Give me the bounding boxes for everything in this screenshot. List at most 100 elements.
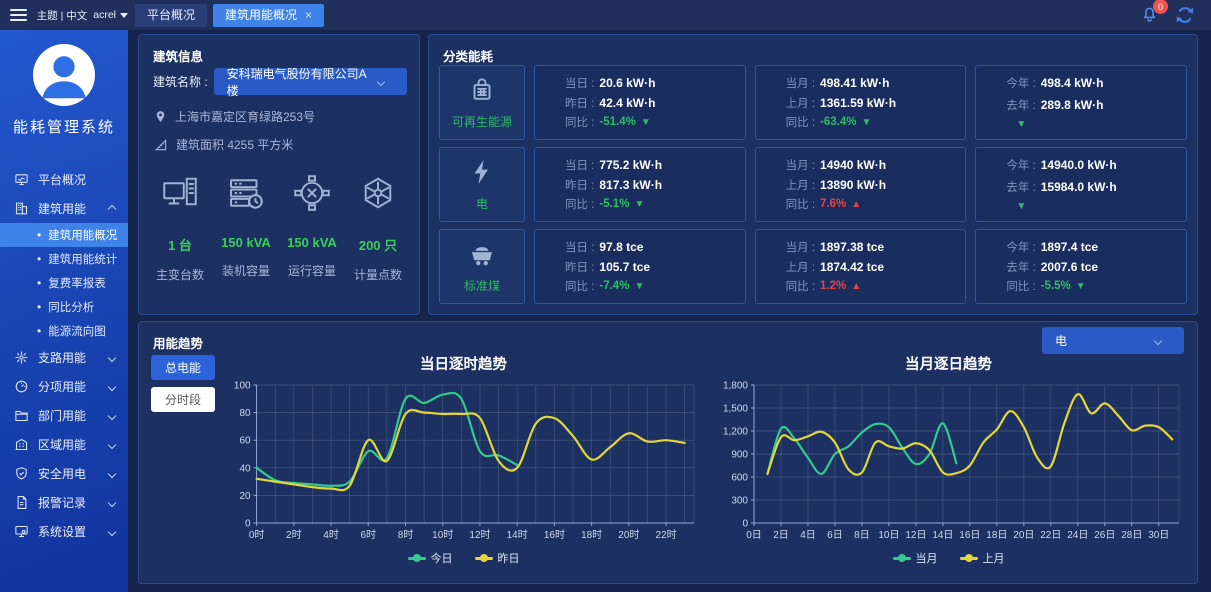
- legend-today[interactable]: 今日: [408, 550, 453, 566]
- stat-installed-capacity: 150 kVA 装机容量: [213, 163, 279, 284]
- svg-text:80: 80: [239, 408, 251, 419]
- sidebar-subitem-energy-flow-diagram[interactable]: 能源流向图: [0, 319, 128, 343]
- trend-mode-buttons: 总电能 分时段: [151, 355, 215, 412]
- svg-text:900: 900: [731, 450, 748, 461]
- sidebar-item-department-energy[interactable]: 部门用能: [0, 401, 128, 430]
- chevron-down-icon: [108, 411, 116, 419]
- svg-text:18日: 18日: [986, 530, 1007, 541]
- sidebar-item-platform-overview[interactable]: 平台概况: [0, 165, 128, 194]
- close-tab-icon[interactable]: ×: [305, 9, 312, 21]
- trend-arrow: ▼: [1076, 281, 1086, 292]
- sidebar: 能耗管理系统 平台概况 建筑用能 建筑用能概况 建筑用能统计 复费率报表 同比分…: [0, 30, 128, 592]
- server-clock-icon: [228, 171, 264, 215]
- topbar-actions: 0: [1140, 4, 1211, 26]
- sidebar-subitem-tariff-report[interactable]: 复费率报表: [0, 271, 128, 295]
- svg-text:0时: 0时: [248, 529, 264, 541]
- tab-platform-overview[interactable]: 平台概况: [135, 4, 207, 27]
- sidebar-item-label: 平台概况: [38, 171, 86, 188]
- menu-toggle-icon[interactable]: [10, 6, 27, 24]
- sidebar-subitem-building-energy-statistics[interactable]: 建筑用能统计: [0, 247, 128, 271]
- coal-cart-icon: [467, 239, 497, 269]
- coal-year-cell: 今年 :1897.4 tce 去年 :2007.6 tce 同比 :-5.5%▼: [975, 229, 1187, 304]
- username: acrel: [93, 9, 116, 21]
- chart-legend: 当月 上月: [893, 549, 1005, 567]
- energy-type-value: 电: [1055, 332, 1067, 349]
- user-avatar-icon: [33, 44, 95, 106]
- sidebar-item-label: 建筑用能: [38, 200, 86, 217]
- trend-arrow: ▼: [1016, 119, 1026, 130]
- svg-text:20日: 20日: [1013, 530, 1034, 541]
- sidebar-item-building-energy[interactable]: 建筑用能: [0, 194, 128, 223]
- sidebar-menu: 平台概况 建筑用能 建筑用能概况 建筑用能统计 复费率报表 同比分析 能源流向图…: [0, 165, 128, 546]
- transformer-icon: [162, 171, 198, 215]
- notifications-button[interactable]: 0: [1140, 4, 1159, 26]
- building-info-panel: 建筑信息 建筑名称 : 安科瑞电气股份有限公司A楼 上海市嘉定区育绿路253号 …: [138, 34, 420, 315]
- caret-down-icon: [120, 13, 128, 18]
- sidebar-item-electrical-safety[interactable]: 安全用电: [0, 459, 128, 488]
- refresh-button[interactable]: [1175, 5, 1195, 25]
- daily-hourly-trend-chart: 当日逐时趋势 0204060801000时2时4时6时8时10时12时14时16…: [221, 348, 706, 581]
- stat-main-transformers: 1 台 主变台数: [147, 163, 213, 284]
- svg-text:28日: 28日: [1121, 530, 1142, 541]
- chart-legend: 今日 昨日: [408, 549, 520, 567]
- chevron-down-icon: [1154, 336, 1162, 344]
- hexagon-mesh-icon: [360, 171, 396, 215]
- sidebar-item-branch-energy[interactable]: 支路用能: [0, 343, 128, 372]
- svg-text:24日: 24日: [1067, 530, 1088, 541]
- sidebar-subitem-building-energy-overview[interactable]: 建筑用能概况: [0, 223, 128, 247]
- renewable-month-cell: 当月 :498.41 kW·h 上月 :1361.59 kW·h 同比 :-63…: [755, 65, 967, 140]
- building-info-title: 建筑信息: [153, 46, 203, 65]
- svg-text:18时: 18时: [581, 529, 602, 541]
- legend-current-month[interactable]: 当月: [893, 550, 938, 566]
- sidebar-item-alarm-records[interactable]: 报警记录: [0, 488, 128, 517]
- legend-last-month[interactable]: 上月: [960, 550, 1005, 566]
- tab-building-energy-overview[interactable]: 建筑用能概况 ×: [213, 4, 324, 27]
- renewable-day-cell: 当日 :20.6 kW·h 昨日 :42.4 kW·h 同比 :-51.4%▼: [534, 65, 746, 140]
- building-name-row: 建筑名称 : 安科瑞电气股份有限公司A楼: [153, 68, 407, 95]
- sidebar-subitem-yoy-analysis[interactable]: 同比分析: [0, 295, 128, 319]
- sidebar-item-subentry-energy[interactable]: 分项用能: [0, 372, 128, 401]
- sidebar-item-region-energy[interactable]: 区域用能: [0, 430, 128, 459]
- topbar: 主题 | 中文 acrel 平台概况 建筑用能概况 × 0: [0, 0, 1211, 30]
- electricity-month-cell: 当月 :14940 kW·h 上月 :13890 kW·h 同比 :7.6%▲: [755, 147, 967, 222]
- svg-text:14日: 14日: [932, 530, 953, 541]
- total-energy-button[interactable]: 总电能: [151, 355, 215, 380]
- svg-text:8时: 8时: [397, 529, 413, 541]
- user-menu[interactable]: acrel: [93, 9, 128, 21]
- svg-text:1,500: 1,500: [722, 404, 747, 415]
- daily-hourly-trend-plot: 0204060801000时2时4时6时8时10时12时14时16时18时20时…: [224, 377, 704, 549]
- tab-bar: 平台概况 建筑用能概况 ×: [135, 4, 1140, 27]
- sidebar-item-label: 区域用能: [38, 436, 86, 453]
- svg-text:100: 100: [233, 381, 250, 392]
- svg-text:20: 20: [239, 491, 251, 502]
- building-select-value: 安科瑞电气股份有限公司A楼: [227, 65, 378, 99]
- stat-running-capacity: 150 kVA 运行容量: [279, 163, 345, 284]
- building-select[interactable]: 安科瑞电气股份有限公司A楼: [214, 68, 407, 95]
- sidebar-item-system-settings[interactable]: 系统设置: [0, 517, 128, 546]
- svg-text:26日: 26日: [1094, 530, 1115, 541]
- chart-title: 当日逐时趋势: [420, 353, 507, 377]
- legend-yesterday[interactable]: 昨日: [475, 550, 520, 566]
- electricity-icon: [467, 157, 497, 187]
- refresh-icon: [1175, 5, 1195, 25]
- svg-text:14时: 14时: [506, 529, 527, 541]
- time-period-button[interactable]: 分时段: [151, 387, 215, 412]
- chevron-down-icon: [108, 527, 116, 535]
- building-energy-submenu: 建筑用能概况 建筑用能统计 复费率报表 同比分析 能源流向图: [0, 223, 128, 343]
- trend-arrow: ▼: [1016, 201, 1026, 212]
- region-energy-icon: [13, 437, 29, 453]
- energy-trend-panel: 用能趋势 总电能 分时段 电 当日逐时趋势 0204060801000时2时4时…: [138, 321, 1198, 584]
- monthly-daily-trend-plot: 03006009001,2001,5001,8000日2日4日6日8日10日12…: [709, 377, 1189, 549]
- svg-text:2日: 2日: [773, 530, 789, 541]
- renewable-year-cell: 今年 :498.4 kW·h 去年 :289.8 kW·h ▼: [975, 65, 1187, 140]
- legend-marker: [408, 557, 426, 560]
- chevron-down-icon: [108, 382, 116, 390]
- platform-overview-icon: [13, 172, 29, 188]
- renewable-energy-icon: [467, 75, 497, 105]
- trend-arrow: ▼: [861, 117, 871, 128]
- trend-arrow: ▲: [851, 199, 861, 210]
- sidebar-item-label: 系统设置: [38, 523, 86, 540]
- electricity-category: 电: [439, 147, 525, 222]
- theme-language-switch[interactable]: 主题 | 中文: [37, 8, 88, 23]
- sidebar-item-label: 安全用电: [38, 465, 86, 482]
